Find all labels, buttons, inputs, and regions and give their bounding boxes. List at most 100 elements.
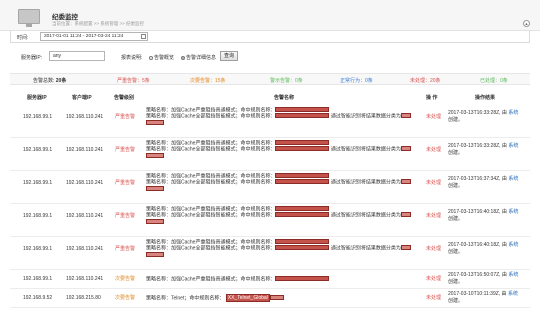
system-link[interactable]: 系统 [508, 272, 518, 278]
redacted-class [400, 245, 411, 251]
result-created: 创建。 [448, 183, 464, 189]
system-link[interactable]: 系统 [508, 242, 518, 248]
server-ip-input[interactable]: any [49, 51, 105, 61]
redacted-class [400, 179, 411, 185]
col-server-ip: 服务器IP [27, 95, 47, 101]
time-range-value: 2017-01-01 11:24 - 2017-03-24 11:24 [44, 34, 124, 39]
system-link[interactable]: 系统 [508, 209, 518, 215]
action-cell[interactable]: 未处理 [426, 213, 441, 219]
redacted-class [146, 185, 164, 191]
action-cell[interactable]: 未处理 [426, 276, 441, 282]
redacted-class [400, 113, 411, 119]
action-cell[interactable]: 未处理 [426, 246, 441, 252]
action-cell[interactable]: 未处理 [426, 147, 441, 153]
col-alarm-name: 告警名称 [274, 95, 295, 101]
table-row[interactable]: 192.168.99.1 192.168.110.241 严重告警 策略名称：加… [10, 237, 530, 270]
policy-line: 策略名称：加强Cache全部阻挡智能模式；命中规则名称： 通过智能识别将结果数据… [146, 113, 432, 120]
result-created: 创建。 [448, 279, 464, 285]
system-link[interactable]: 系统 [508, 110, 518, 116]
client-ip-cell: 192.168.110.241 [66, 180, 104, 186]
summary-total-label: 告警总数: [33, 78, 55, 84]
server-ip-cell: 192.168.99.1 [23, 180, 53, 186]
redacted-rule [275, 146, 330, 152]
redacted-rule [275, 206, 330, 211]
col-client-ip: 客户端IP [72, 95, 92, 101]
alarm-name-cell: 策略名称：Telnet；命中规则名称： XX_Telnet_Global [146, 294, 432, 303]
table-row[interactable]: 192.168.99.1 192.168.110.241 严重告警 策略名称：加… [10, 105, 530, 138]
alarm-name-cell: 策略名称：加强Cache严重阻挡普通模式；命中规则名称： 策略名称：加强Cach… [146, 239, 432, 258]
alarm-name-cell: 策略名称：加强Cache严重阻挡普通模式；命中规则名称： 策略名称：加强Cach… [146, 206, 432, 225]
action-cell[interactable]: 未处理 [426, 295, 441, 301]
redacted-rule [275, 107, 330, 112]
table-row[interactable]: 192.168.9.52 192.168.215.80 次要告警 策略名称：Te… [10, 289, 530, 308]
summary-unhandled: 未处理：20条 [410, 78, 441, 84]
filter-bar: 服务器IP: any 报表说明: 告警概览 告警详细信息 查询 [21, 51, 521, 63]
rule-name-tag: XX_Telnet_Global [225, 294, 270, 303]
page-header: 纪委监控 当前位置：系统配置 >> 系统管理 >> 纪委监控 ▴ [0, 0, 540, 31]
policy-line: 策略名称：加强Cache全部阻挡智能模式；命中规则名称： 通过智能识别将结果数据… [146, 245, 432, 252]
policy-line: 策略名称：加强Cache全部阻挡智能模式；命中规则名称： 通过智能识别将结果数据… [146, 146, 432, 153]
redacted-class [146, 218, 164, 224]
redacted-rule [275, 276, 330, 281]
policy-text: 策略名称：加强Cache全部阻挡智能模式；命中规则名称： [146, 146, 276, 153]
collapse-icon[interactable]: ▴ [523, 20, 530, 27]
table-row[interactable]: 192.168.99.1 192.168.110.241 严重告警 策略名称：加… [10, 204, 530, 237]
policy-text: 策略名称：加强Cache严重阻挡普通模式；命中规则名称： [146, 276, 276, 283]
policy-line [146, 119, 432, 126]
client-ip-cell: 192.168.110.241 [66, 147, 104, 153]
result-cell: 2017-03-13T16:40:18Z, 由 系统 创建。 [448, 209, 532, 223]
radio-detail[interactable]: 告警详细信息 [181, 54, 216, 61]
time-range-bar: 时间: 2017-01-01 11:24 - 2017-03-24 11:24 [10, 31, 530, 43]
policy-tail: 通过智能识别将结果数据分类为 [330, 212, 401, 219]
system-link[interactable]: 系统 [508, 143, 518, 149]
query-button[interactable]: 查询 [220, 51, 238, 61]
redacted-class [400, 212, 411, 218]
redacted-rule [275, 239, 330, 244]
server-ip-cell: 192.168.99.1 [23, 114, 53, 120]
client-ip-cell: 192.168.110.241 [66, 114, 104, 120]
redacted-rule [275, 140, 330, 145]
breadcrumb: 当前位置：系统配置 >> 系统管理 >> 纪委监控 [52, 21, 145, 26]
table-row[interactable]: 192.168.99.1 192.168.110.241 严重告警 策略名称：加… [10, 138, 530, 171]
redacted-rule [275, 173, 330, 178]
redacted-class [146, 251, 164, 257]
policy-line [146, 185, 432, 192]
result-cell: 2017-03-13T16:50:07Z, 由 系统创建。 [448, 272, 532, 286]
summary-total-count: 20条 [55, 78, 67, 84]
client-ip-cell: 192.168.110.241 [66, 246, 104, 252]
col-result: 操作结果 [475, 95, 496, 101]
system-link[interactable]: 系统 [508, 176, 518, 182]
table-row[interactable]: 192.168.99.1 192.168.110.241 次要告警 策略名称：加… [10, 270, 530, 289]
redacted-rule [275, 113, 330, 119]
result-cell: 2017-03-10T10:11:39Z, 由 系统 创建。 [448, 291, 532, 305]
time-range-input[interactable]: 2017-01-01 11:24 - 2017-03-24 11:24 [40, 32, 148, 41]
time-label: 时间: [17, 35, 29, 41]
calendar-icon[interactable] [141, 34, 146, 39]
radio-overview-label: 告警概览 [154, 55, 175, 61]
redacted-class [146, 152, 164, 158]
policy-line: 策略名称：加强Cache全部阻挡智能模式；命中规则名称： 通过智能识别将结果数据… [146, 179, 432, 186]
result-cell: 2017-03-13T16:40:18Z, 由 系统 创建。 [448, 242, 532, 256]
server-ip-cell: 192.168.99.1 [23, 276, 53, 282]
policy-line [146, 251, 432, 258]
alarm-table: 服务器IP 客户端IP 告警级别 告警名称 操 作 操作结果 192.168.9… [10, 93, 530, 309]
summary-normal: 正常行为：0条 [340, 78, 373, 84]
policy-text: 策略名称：加强Cache全部阻挡智能模式；命中规则名称： [146, 212, 276, 219]
action-cell[interactable]: 未处理 [426, 180, 441, 186]
policy-line: 策略名称：加强Cache严重阻挡普通模式；命中规则名称： [146, 276, 432, 282]
result-created: 创建。 [448, 117, 464, 123]
result-time: 2017-03-13T16:50:07Z, 由 [448, 272, 507, 278]
col-action: 操 作 [426, 95, 438, 101]
action-cell[interactable]: 未处理 [426, 114, 441, 120]
radio-overview[interactable]: 告警概览 [149, 54, 174, 61]
summary-handled: 已处理：0条 [480, 78, 508, 84]
summary-warning: 警示告警：0条 [270, 78, 303, 84]
redacted-class [146, 119, 164, 125]
radio-detail-label: 告警详细信息 [186, 55, 217, 61]
radio-dot-selected-icon [181, 55, 185, 60]
redacted-rule [275, 245, 330, 251]
table-row[interactable]: 192.168.99.1 192.168.110.241 严重告警 策略名称：加… [10, 171, 530, 204]
alarm-name-cell: 策略名称：加强Cache严重阻挡普通模式；命中规则名称： 策略名称：加强Cach… [146, 173, 432, 192]
system-link[interactable]: 系统 [508, 291, 518, 297]
policy-line: 策略名称：Telnet；命中规则名称： XX_Telnet_Global [146, 294, 432, 303]
